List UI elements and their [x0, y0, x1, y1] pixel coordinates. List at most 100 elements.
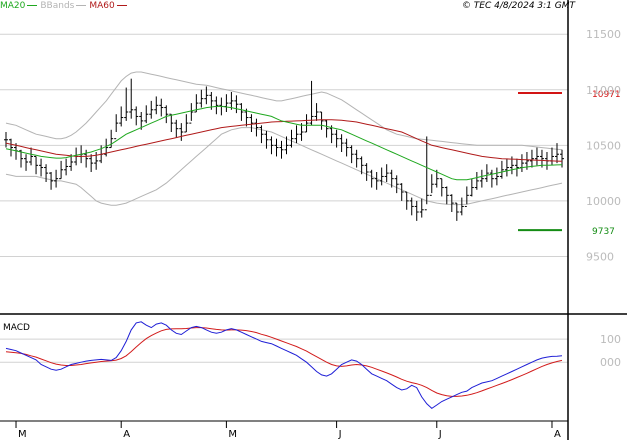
grid-lines	[0, 33, 568, 363]
macd-y-tick-label: 000	[600, 356, 621, 369]
price-bar	[344, 138, 349, 157]
price-bar	[409, 197, 414, 216]
price-bar	[184, 114, 189, 133]
macd-line	[5, 321, 563, 410]
price-bar	[384, 164, 389, 182]
price-bar	[354, 149, 359, 168]
price-bar	[154, 96, 159, 115]
price-bar	[339, 134, 344, 152]
legend-ma60-label: MA60	[89, 1, 115, 11]
price-bar	[429, 174, 434, 196]
x-tick-label: A	[554, 429, 561, 440]
price-bar	[179, 123, 184, 141]
price-bar	[259, 125, 264, 144]
price-bar	[204, 86, 209, 105]
price-bar	[234, 95, 239, 114]
price-bar	[304, 114, 309, 133]
price-bar	[314, 103, 319, 121]
price-bar	[489, 169, 494, 188]
price-bar	[119, 106, 124, 127]
price-bar	[89, 154, 94, 172]
price-bar	[534, 147, 539, 166]
y-tick-label: 9500	[586, 250, 614, 263]
moving-averages	[5, 105, 563, 181]
legend-ma20-swatch	[27, 5, 38, 6]
price-bar	[249, 114, 254, 132]
price-bar	[504, 158, 509, 177]
macd-y-tick-label: 100	[600, 333, 621, 346]
price-bar	[164, 105, 169, 124]
legend-bbands-swatch	[76, 5, 87, 6]
price-bar	[274, 138, 279, 157]
bband-upper-line	[5, 71, 563, 151]
price-bar	[369, 169, 374, 188]
bollinger-bands	[5, 71, 563, 206]
ma60-line	[5, 119, 563, 162]
price-bar	[499, 160, 504, 179]
price-bar	[549, 147, 554, 166]
price-bar	[29, 147, 34, 166]
y-tick-label: 10500	[586, 139, 621, 152]
x-tick-label: J	[338, 429, 342, 440]
price-bar	[439, 178, 444, 197]
price-bar	[519, 154, 524, 172]
legend-ma20-label: MA20	[0, 1, 26, 11]
price-bar	[529, 149, 534, 168]
reference-label-9737: 9737	[592, 227, 615, 237]
price-bar	[59, 160, 64, 180]
price-bar	[129, 78, 134, 119]
axes: 9500 10000 10500 11000 11500 100 000 M A M J J A	[0, 0, 627, 440]
price-bar	[49, 172, 54, 190]
price-bar	[444, 186, 449, 205]
price-bar	[469, 178, 474, 197]
stock-chart: 109719737 9500 10000 10500 11000 11500 100 000…	[0, 0, 627, 440]
x-tick-label: J	[438, 429, 442, 440]
price-bar	[484, 164, 489, 182]
price-bar	[449, 194, 454, 212]
ma20-line	[5, 105, 563, 181]
price-bar	[399, 183, 404, 201]
price-bar	[39, 158, 44, 177]
price-bar	[254, 118, 259, 137]
price-bar	[379, 167, 384, 186]
price-bar	[159, 98, 164, 117]
price-bar	[64, 158, 69, 176]
price-bar	[424, 136, 429, 211]
price-bar	[279, 140, 284, 159]
price-bar	[374, 172, 379, 190]
y-tick-label: 11500	[586, 28, 621, 41]
x-tick-label: M	[18, 429, 27, 440]
y-tick-label: 10000	[586, 195, 621, 208]
price-bar	[479, 169, 484, 188]
legend-bbands-label: BBands	[40, 1, 75, 11]
price-bar	[169, 113, 174, 132]
price-bar	[189, 103, 194, 124]
price-bar	[199, 89, 204, 108]
price-bar	[459, 197, 464, 216]
reference-lines: 109719737	[518, 90, 621, 237]
price-bar	[324, 119, 329, 138]
bband-lower-line	[5, 127, 563, 206]
price-bar	[54, 169, 59, 188]
y-tick-label: 11000	[586, 84, 621, 97]
macd-panel	[5, 321, 563, 410]
price-bar	[24, 154, 29, 171]
price-bar	[514, 158, 519, 177]
price-bar	[149, 100, 154, 119]
legend-ma60-swatch	[116, 5, 127, 6]
x-tick-label: M	[228, 429, 237, 440]
price-bar	[124, 87, 129, 121]
price-bar	[319, 111, 324, 130]
price-bar	[364, 163, 369, 181]
price-bar	[264, 130, 269, 149]
price-bar	[294, 125, 299, 144]
price-bar	[454, 202, 459, 221]
price-bar	[114, 114, 119, 140]
price-bar	[174, 119, 179, 138]
price-bar	[349, 145, 354, 164]
price-bar	[414, 200, 419, 221]
price-bar	[474, 172, 479, 190]
price-bar	[394, 175, 399, 194]
price-bar	[144, 105, 149, 124]
price-bar	[554, 143, 559, 164]
